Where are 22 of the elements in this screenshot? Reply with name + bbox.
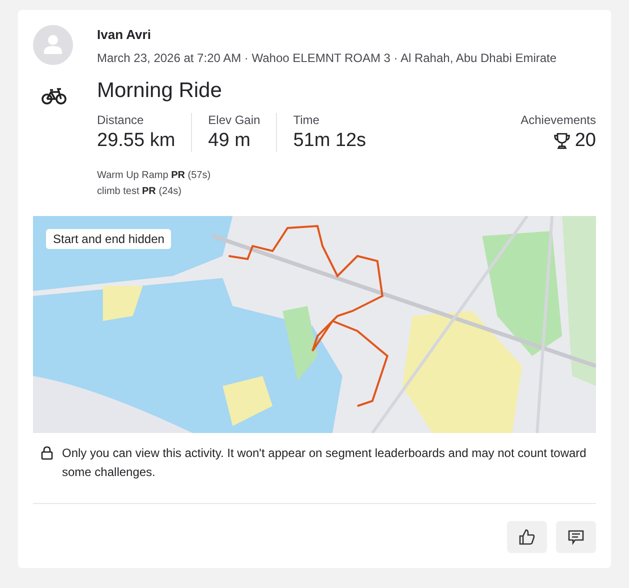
activity-title[interactable]: Morning Ride (97, 79, 596, 103)
achievements-count: 20 (574, 130, 596, 152)
stat-value: 49 m (208, 130, 252, 152)
stat-label: Elev Gain (208, 113, 260, 127)
comment-button[interactable] (556, 521, 596, 553)
achievements-label: Achievements (520, 113, 596, 127)
lock-icon (41, 446, 53, 460)
stat-value: 29.55 km (97, 130, 176, 152)
map-label: Start and end hidden (46, 229, 172, 249)
comment-icon (567, 528, 585, 546)
stat-label: Time (293, 113, 320, 127)
thumbs-up-icon (518, 528, 536, 546)
activity-meta: March 23, 2026 at 7:20 AM · Wahoo ELEMNT ROAM 3 · Al Rahah, Abu Dhabi Emirate (97, 51, 558, 65)
stat-label: Distance (97, 113, 145, 127)
privacy-note: Only you can view this activity. It won't appear on segment leaderboards and may not count toward some challenges. (62, 445, 588, 481)
segment-result[interactable]: Warm Up Ramp PR (57s) (97, 170, 596, 181)
trophy-icon (552, 132, 571, 150)
stat-value: 51m 12s (293, 130, 366, 152)
bike-icon (41, 87, 67, 105)
segment-result[interactable]: climb test PR (24s) (97, 186, 596, 197)
athlete-name[interactable]: Ivan Avri (97, 27, 596, 42)
like-button[interactable] (507, 521, 547, 553)
